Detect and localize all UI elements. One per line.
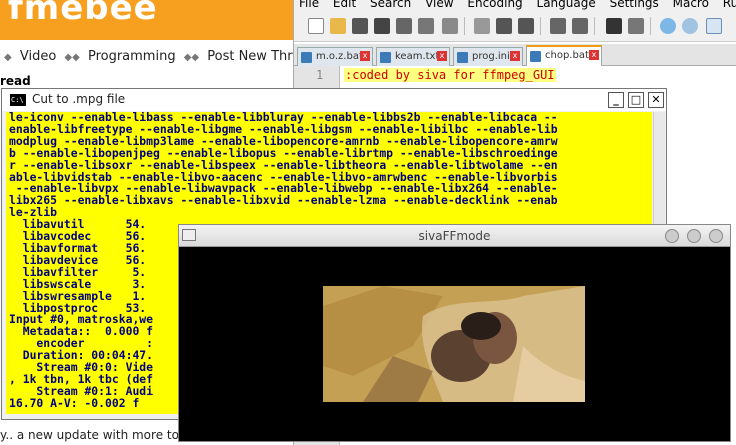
video-display[interactable] <box>323 249 585 441</box>
minimize-button[interactable]: _ <box>608 92 624 108</box>
file-icon <box>380 52 391 63</box>
print-icon[interactable] <box>442 18 458 34</box>
code-line[interactable]: :coded by siva for ffmpeg_GUI <box>344 68 556 82</box>
player-window: sivaFFmode <box>178 224 731 442</box>
bullet-icon: ◆◆ <box>183 52 200 63</box>
toolbar-separator <box>650 17 651 35</box>
bullet-icon: ◆ <box>4 52 12 63</box>
close-file-icon[interactable] <box>396 18 412 34</box>
menu-settings[interactable]: Settings <box>605 0 664 10</box>
menu-macro[interactable]: Macro <box>668 0 714 10</box>
menu-view[interactable]: View <box>420 0 458 10</box>
zoom-out-icon[interactable] <box>682 18 698 34</box>
menu-run[interactable]: Run <box>718 0 736 10</box>
console-icon: C:\ <box>10 94 26 106</box>
save-icon[interactable] <box>352 18 368 34</box>
sync-scroll-icon[interactable] <box>706 18 722 34</box>
paste-icon[interactable] <box>518 18 534 34</box>
toolbar-separator <box>594 17 595 35</box>
tab-label: keam.txt <box>395 51 440 62</box>
menu-edit[interactable]: Edit <box>328 0 361 10</box>
file-icon <box>301 52 312 63</box>
menu-language[interactable]: Language <box>532 0 601 10</box>
menu-encoding[interactable]: Encoding <box>462 0 527 10</box>
tab-keam-txt[interactable]: keam.txt x <box>376 47 450 66</box>
close-tab-icon[interactable]: x <box>437 51 447 61</box>
replace-icon[interactable] <box>628 18 644 34</box>
player-title: sivaFFmode <box>418 229 491 243</box>
close-button[interactable] <box>709 229 723 243</box>
nav-link-programming[interactable]: Programming <box>88 49 176 64</box>
tab-label: prog.ini <box>472 51 510 62</box>
player-titlebar[interactable]: sivaFFmode <box>179 225 730 247</box>
undo-icon[interactable] <box>550 18 566 34</box>
tab-label: chop.bat <box>545 50 589 61</box>
menu-file[interactable]: File <box>294 0 324 10</box>
menu-search[interactable]: Search <box>365 0 416 10</box>
tab-bar: m.o.z.bat x keam.txt x prog.ini x chop.b… <box>294 44 736 66</box>
menu-bar: File Edit Search View Encoding Language … <box>294 0 736 12</box>
site-heading: read <box>0 74 31 88</box>
site-header: fmebee <box>0 0 295 40</box>
site-nav: ◆ Video ◆◆ Programming ◆◆ Post New Thre <box>0 49 295 69</box>
file-icon <box>530 51 541 62</box>
bullet-icon: ◆◆ <box>64 52 80 63</box>
nav-link-post-new-thread[interactable]: Post New Thre <box>207 49 295 64</box>
toolbar-separator <box>540 17 541 35</box>
site-logo[interactable]: fmebee <box>8 0 158 28</box>
site-footer-text: y.. a new update with more to <box>0 428 179 442</box>
console-titlebar[interactable]: C:\ Cut to .mpg file _ □ ✕ <box>2 89 666 111</box>
file-icon <box>457 52 468 63</box>
tab-chop-bat[interactable]: chop.bat x <box>526 45 602 66</box>
toolbar <box>294 12 736 42</box>
toolbar-separator <box>464 17 465 35</box>
maximize-button[interactable]: □ <box>628 92 644 108</box>
tab-m-o-z-bat[interactable]: m.o.z.bat x <box>297 47 373 66</box>
line-number: 1 <box>316 68 324 82</box>
close-tab-icon[interactable]: x <box>360 51 370 61</box>
close-tab-icon[interactable]: x <box>510 51 520 61</box>
console-line: libx265 --enable-libxavs --enable-libxvi… <box>9 193 558 208</box>
open-file-icon[interactable] <box>330 18 346 34</box>
save-all-icon[interactable] <box>374 18 390 34</box>
tab-prog-ini[interactable]: prog.ini x <box>453 47 523 66</box>
video-frame <box>323 286 585 402</box>
find-icon[interactable] <box>606 18 622 34</box>
redo-icon[interactable] <box>572 18 588 34</box>
close-all-icon[interactable] <box>418 18 434 34</box>
zoom-in-icon[interactable] <box>660 18 676 34</box>
video-frame-image <box>323 286 585 402</box>
close-tab-icon[interactable]: x <box>589 50 599 60</box>
close-button[interactable]: ✕ <box>648 92 664 108</box>
maximize-button[interactable] <box>687 229 701 243</box>
copy-icon[interactable] <box>496 18 512 34</box>
new-file-icon[interactable] <box>308 18 324 34</box>
tab-label: m.o.z.bat <box>316 51 363 62</box>
console-title: Cut to .mpg file <box>32 92 126 106</box>
cut-icon[interactable] <box>474 18 490 34</box>
nav-link-video[interactable]: Video <box>20 49 56 64</box>
minimize-button[interactable] <box>665 229 679 243</box>
